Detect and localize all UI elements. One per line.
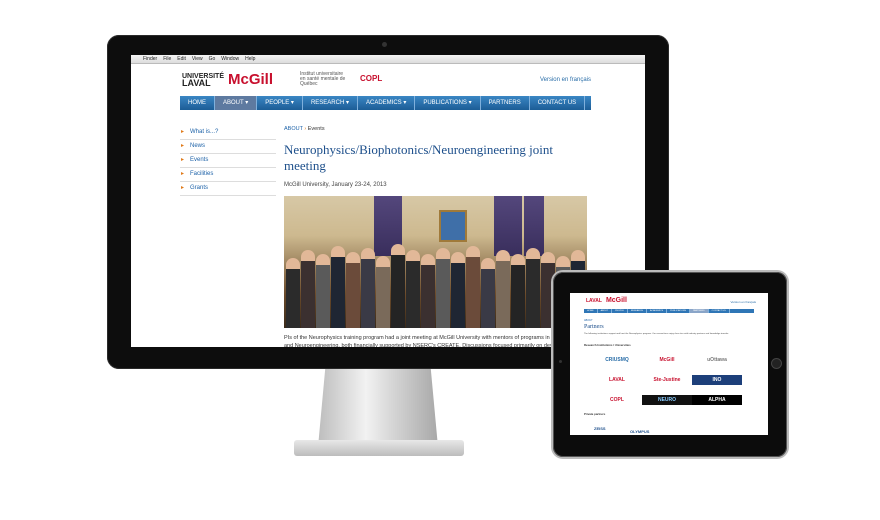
ipad-nav-research[interactable]: RESEARCH [628, 309, 648, 313]
partner-institute-logo[interactable]: Institut universitaire en santé mentale … [300, 72, 350, 87]
ipad-nav: HOME ABOUT PEOPLE RESEARCH ACADEMICS PUB… [584, 309, 754, 313]
ipad-intro-text: The following institutions support and h… [584, 333, 729, 335]
photo-person [466, 246, 480, 328]
language-link[interactable]: Version en français [540, 77, 591, 83]
menu-help[interactable]: Help [245, 55, 255, 63]
sidebar-menu: What is...? News Events Facilities Grant… [180, 126, 276, 196]
photo-person [286, 258, 300, 328]
menu-view[interactable]: View [192, 55, 203, 63]
photo-person [421, 254, 435, 328]
apple-logo-icon [378, 351, 390, 363]
menu-go[interactable]: Go [209, 55, 216, 63]
photo-person [361, 248, 375, 328]
ipad-nav-academics[interactable]: ACADEMICS [647, 309, 668, 313]
photo-person [316, 254, 330, 328]
sidebar-item-grants[interactable]: Grants [180, 182, 276, 196]
ipad-screen: LAVAL McGill Version en français HOME ABO… [570, 293, 768, 435]
nav-partners[interactable]: PARTNERS [481, 96, 530, 110]
photo-person [391, 244, 405, 328]
photo-person [511, 254, 525, 328]
menu-file[interactable]: File [163, 55, 171, 63]
ipad-breadcrumb[interactable]: ABOUT [584, 319, 593, 322]
article-body: PIs of the Neurophysics training program… [284, 335, 583, 347]
nav-contact[interactable]: CONTACT US [530, 96, 586, 110]
partner-logo[interactable]: CRIUSMQ [592, 355, 642, 365]
sidebar-item-what-is[interactable]: What is...? [180, 126, 276, 140]
photo-person [451, 252, 465, 328]
partner-logo[interactable]: uOttawa [692, 355, 742, 365]
photo-person [481, 258, 495, 328]
copl-logo[interactable]: COPL [360, 74, 382, 83]
breadcrumb-parent[interactable]: ABOUT [284, 126, 303, 132]
menu-finder[interactable]: Finder [143, 55, 157, 63]
event-date: McGill University, January 23-24, 2013 [284, 182, 387, 188]
ipad-nav-partners[interactable]: PARTNERS [689, 309, 709, 313]
photo-person [436, 248, 450, 328]
menu-edit[interactable]: Edit [177, 55, 186, 63]
partner-logo[interactable]: Ste-Justine [642, 375, 692, 385]
photo-person [496, 250, 510, 328]
laval-logo[interactable]: UNIVERSITÉ LAVAL [182, 73, 224, 88]
ipad-section-private: Private partners [584, 412, 606, 416]
olympus-logo[interactable]: OLYMPUS [630, 429, 649, 434]
ipad-nav-contact[interactable]: CONTACT US [709, 309, 730, 313]
photo-person [346, 252, 360, 328]
ipad-nav-about[interactable]: ABOUT [598, 309, 613, 313]
webcam [382, 42, 387, 47]
ipad-device: LAVAL McGill Version en français HOME ABO… [553, 272, 787, 457]
imac-stand [318, 369, 438, 447]
partner-logo[interactable]: NEURO [642, 395, 692, 405]
nav-about[interactable]: ABOUT ▾ [215, 96, 258, 110]
ipad-nav-home[interactable]: HOME [584, 309, 598, 313]
nav-people[interactable]: PEOPLE ▾ [257, 96, 303, 110]
ipad-language-link[interactable]: Version en français [730, 300, 756, 304]
photo-person [526, 248, 540, 328]
site-header: UNIVERSITÉ LAVAL McGill Institut universi… [180, 64, 591, 110]
partner-logo[interactable]: McGill [642, 355, 692, 365]
page-title: Neurophysics/Biophotonics/Neuroengineeri… [284, 142, 553, 173]
main-content: ABOUT › Events Neurophysics/Biophotonics… [284, 126, 591, 347]
photo-person [301, 250, 315, 328]
sidebar-item-events[interactable]: Events [180, 154, 276, 168]
imac-base [294, 440, 464, 456]
partner-logo[interactable]: COPL [592, 395, 642, 405]
menu-window[interactable]: Window [221, 55, 239, 63]
partner-logo[interactable]: INO [692, 375, 742, 385]
zeiss-logo[interactable]: ZEISS [594, 426, 606, 431]
web-page: UNIVERSITÉ LAVAL McGill Institut universi… [180, 64, 591, 347]
nav-academics[interactable]: ACADEMICS ▾ [358, 96, 416, 110]
ipad-section-institutions: Research Institutions / Universities [584, 343, 631, 347]
sidebar-item-facilities[interactable]: Facilities [180, 168, 276, 182]
ipad-logos: LAVAL McGill [586, 297, 627, 304]
home-button[interactable] [772, 359, 781, 368]
photo-person [406, 250, 420, 328]
nav-research[interactable]: RESEARCH ▾ [303, 96, 358, 110]
mac-menu-bar: Finder File Edit View Go Window Help [131, 55, 645, 64]
main-nav: HOME ABOUT ▾ PEOPLE ▾ RESEARCH ▾ ACADEMI… [180, 96, 591, 110]
nav-publications[interactable]: PUBLICATIONS ▾ [415, 96, 481, 110]
sidebar-item-news[interactable]: News [180, 140, 276, 154]
photo-person [331, 246, 345, 328]
ipad-nav-people[interactable]: PEOPLE [612, 309, 628, 313]
photo-person [376, 256, 390, 328]
nav-home[interactable]: HOME [180, 96, 215, 110]
partner-logo[interactable]: ALPHA [692, 395, 742, 405]
ipad-nav-publications[interactable]: PUBLICATIONS [667, 309, 690, 313]
ipad-page-title: Partners [584, 324, 604, 330]
breadcrumb: ABOUT › Events [284, 126, 325, 132]
mcgill-logo[interactable]: McGill [228, 71, 273, 88]
group-photo [284, 196, 587, 328]
breadcrumb-current: Events [307, 126, 325, 132]
partner-logo[interactable]: LAVAL [592, 375, 642, 385]
ipad-partner-logos: CRIUSMQ McGill uOttawa LAVAL Ste-Justine… [592, 355, 742, 405]
ipad-camera [559, 360, 562, 363]
